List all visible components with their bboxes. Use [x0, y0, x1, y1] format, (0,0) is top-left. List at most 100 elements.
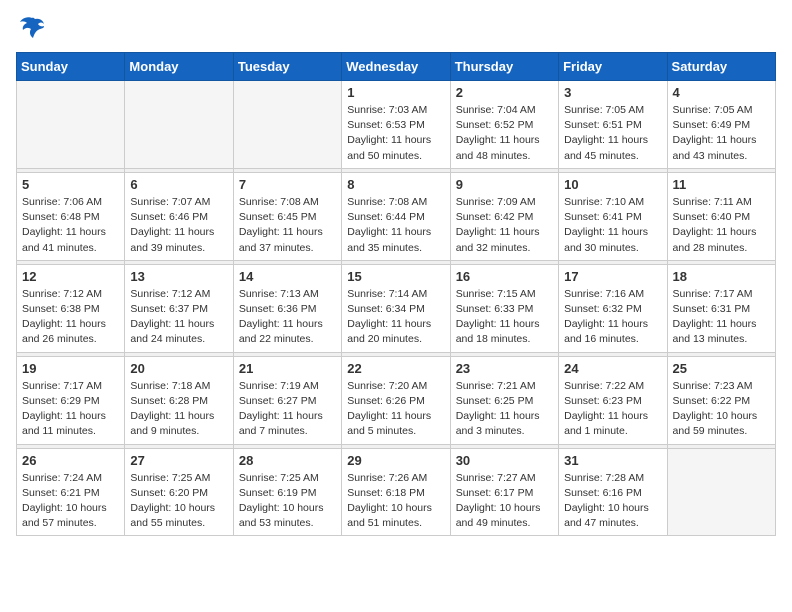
day-number: 7 [239, 177, 336, 192]
day-number: 16 [456, 269, 553, 284]
day-number: 24 [564, 361, 661, 376]
column-header-wednesday: Wednesday [342, 53, 450, 81]
calendar-week-row: 26 Sunrise: 7:24 AMSunset: 6:21 PMDayligh… [17, 448, 776, 536]
calendar-cell: 15 Sunrise: 7:14 AMSunset: 6:34 PMDayligh… [342, 264, 450, 352]
calendar-cell [17, 81, 125, 169]
calendar-cell: 17 Sunrise: 7:16 AMSunset: 6:32 PMDayligh… [559, 264, 667, 352]
day-number: 31 [564, 453, 661, 468]
day-info: Sunrise: 7:07 AMSunset: 6:46 PMDaylight:… [130, 195, 227, 256]
day-number: 15 [347, 269, 444, 284]
day-info: Sunrise: 7:25 AMSunset: 6:19 PMDaylight:… [239, 471, 336, 532]
day-info: Sunrise: 7:14 AMSunset: 6:34 PMDaylight:… [347, 287, 444, 348]
day-number: 28 [239, 453, 336, 468]
day-info: Sunrise: 7:09 AMSunset: 6:42 PMDaylight:… [456, 195, 553, 256]
calendar-cell: 20 Sunrise: 7:18 AMSunset: 6:28 PMDayligh… [125, 356, 233, 444]
column-header-saturday: Saturday [667, 53, 775, 81]
calendar-cell: 25 Sunrise: 7:23 AMSunset: 6:22 PMDayligh… [667, 356, 775, 444]
day-info: Sunrise: 7:22 AMSunset: 6:23 PMDaylight:… [564, 379, 661, 440]
day-info: Sunrise: 7:13 AMSunset: 6:36 PMDaylight:… [239, 287, 336, 348]
calendar-cell: 23Sunrise: 7:21 AMSunset: 6:25 PMDayligh… [450, 356, 558, 444]
day-number: 26 [22, 453, 119, 468]
calendar-week-row: 5Sunrise: 7:06 AMSunset: 6:48 PMDaylight… [17, 172, 776, 260]
calendar-week-row: 1 Sunrise: 7:03 AMSunset: 6:53 PMDaylight… [17, 81, 776, 169]
logo [16, 16, 46, 40]
page-header [16, 16, 776, 40]
day-info: Sunrise: 7:05 AMSunset: 6:49 PMDaylight:… [673, 103, 770, 164]
calendar-cell: 6 Sunrise: 7:07 AMSunset: 6:46 PMDaylight… [125, 172, 233, 260]
calendar-cell [125, 81, 233, 169]
calendar-cell: 4 Sunrise: 7:05 AMSunset: 6:49 PMDaylight… [667, 81, 775, 169]
day-number: 20 [130, 361, 227, 376]
day-info: Sunrise: 7:10 AMSunset: 6:41 PMDaylight:… [564, 195, 661, 256]
calendar-cell: 21 Sunrise: 7:19 AMSunset: 6:27 PMDayligh… [233, 356, 341, 444]
day-info: Sunrise: 7:19 AMSunset: 6:27 PMDaylight:… [239, 379, 336, 440]
day-number: 21 [239, 361, 336, 376]
calendar-cell [667, 448, 775, 536]
day-info: Sunrise: 7:08 AMSunset: 6:45 PMDaylight:… [239, 195, 336, 256]
calendar-cell [233, 81, 341, 169]
calendar-cell: 26 Sunrise: 7:24 AMSunset: 6:21 PMDayligh… [17, 448, 125, 536]
day-number: 1 [347, 85, 444, 100]
calendar-week-row: 19 Sunrise: 7:17 AMSunset: 6:29 PMDayligh… [17, 356, 776, 444]
day-number: 12 [22, 269, 119, 284]
day-number: 6 [130, 177, 227, 192]
day-number: 8 [347, 177, 444, 192]
day-number: 22 [347, 361, 444, 376]
day-info: Sunrise: 7:15 AMSunset: 6:33 PMDaylight:… [456, 287, 553, 348]
calendar-cell: 9 Sunrise: 7:09 AMSunset: 6:42 PMDaylight… [450, 172, 558, 260]
column-header-sunday: Sunday [17, 53, 125, 81]
calendar-cell: 27 Sunrise: 7:25 AMSunset: 6:20 PMDayligh… [125, 448, 233, 536]
day-number: 13 [130, 269, 227, 284]
day-number: 29 [347, 453, 444, 468]
calendar-week-row: 12 Sunrise: 7:12 AMSunset: 6:38 PMDayligh… [17, 264, 776, 352]
day-info: Sunrise: 7:12 AMSunset: 6:38 PMDaylight:… [22, 287, 119, 348]
day-info: Sunrise: 7:08 AMSunset: 6:44 PMDaylight:… [347, 195, 444, 256]
calendar-cell: 3 Sunrise: 7:05 AMSunset: 6:51 PMDaylight… [559, 81, 667, 169]
calendar-cell: 22Sunrise: 7:20 AMSunset: 6:26 PMDayligh… [342, 356, 450, 444]
day-number: 25 [673, 361, 770, 376]
calendar-cell: 31Sunrise: 7:28 AMSunset: 6:16 PMDayligh… [559, 448, 667, 536]
calendar-cell: 18Sunrise: 7:17 AMSunset: 6:31 PMDayligh… [667, 264, 775, 352]
day-number: 17 [564, 269, 661, 284]
day-info: Sunrise: 7:12 AMSunset: 6:37 PMDaylight:… [130, 287, 227, 348]
calendar-cell: 14Sunrise: 7:13 AMSunset: 6:36 PMDayligh… [233, 264, 341, 352]
calendar-cell: 10Sunrise: 7:10 AMSunset: 6:41 PMDayligh… [559, 172, 667, 260]
day-info: Sunrise: 7:24 AMSunset: 6:21 PMDaylight:… [22, 471, 119, 532]
column-header-tuesday: Tuesday [233, 53, 341, 81]
calendar-cell: 1 Sunrise: 7:03 AMSunset: 6:53 PMDaylight… [342, 81, 450, 169]
calendar-cell: 28 Sunrise: 7:25 AMSunset: 6:19 PMDayligh… [233, 448, 341, 536]
calendar-header-row: SundayMondayTuesdayWednesdayThursdayFrid… [17, 53, 776, 81]
day-info: Sunrise: 7:11 AMSunset: 6:40 PMDaylight:… [673, 195, 770, 256]
calendar-cell: 19 Sunrise: 7:17 AMSunset: 6:29 PMDayligh… [17, 356, 125, 444]
column-header-friday: Friday [559, 53, 667, 81]
day-number: 2 [456, 85, 553, 100]
day-number: 27 [130, 453, 227, 468]
calendar-cell: 13 Sunrise: 7:12 AMSunset: 6:37 PMDayligh… [125, 264, 233, 352]
day-info: Sunrise: 7:27 AMSunset: 6:17 PMDaylight:… [456, 471, 553, 532]
day-info: Sunrise: 7:16 AMSunset: 6:32 PMDaylight:… [564, 287, 661, 348]
day-number: 30 [456, 453, 553, 468]
column-header-thursday: Thursday [450, 53, 558, 81]
day-info: Sunrise: 7:05 AMSunset: 6:51 PMDaylight:… [564, 103, 661, 164]
day-number: 11 [673, 177, 770, 192]
calendar-cell: 11 Sunrise: 7:11 AMSunset: 6:40 PMDayligh… [667, 172, 775, 260]
day-number: 23 [456, 361, 553, 376]
day-info: Sunrise: 7:17 AMSunset: 6:29 PMDaylight:… [22, 379, 119, 440]
calendar-cell: 2Sunrise: 7:04 AMSunset: 6:52 PMDaylight… [450, 81, 558, 169]
day-info: Sunrise: 7:26 AMSunset: 6:18 PMDaylight:… [347, 471, 444, 532]
day-number: 4 [673, 85, 770, 100]
day-info: Sunrise: 7:17 AMSunset: 6:31 PMDaylight:… [673, 287, 770, 348]
calendar-cell: 16 Sunrise: 7:15 AMSunset: 6:33 PMDayligh… [450, 264, 558, 352]
calendar-cell: 8 Sunrise: 7:08 AMSunset: 6:44 PMDaylight… [342, 172, 450, 260]
day-number: 19 [22, 361, 119, 376]
calendar-table: SundayMondayTuesdayWednesdayThursdayFrid… [16, 52, 776, 536]
calendar-cell: 7 Sunrise: 7:08 AMSunset: 6:45 PMDaylight… [233, 172, 341, 260]
day-number: 9 [456, 177, 553, 192]
day-info: Sunrise: 7:18 AMSunset: 6:28 PMDaylight:… [130, 379, 227, 440]
day-number: 3 [564, 85, 661, 100]
calendar-cell: 24 Sunrise: 7:22 AMSunset: 6:23 PMDayligh… [559, 356, 667, 444]
day-info: Sunrise: 7:23 AMSunset: 6:22 PMDaylight:… [673, 379, 770, 440]
day-number: 5 [22, 177, 119, 192]
day-info: Sunrise: 7:25 AMSunset: 6:20 PMDaylight:… [130, 471, 227, 532]
day-info: Sunrise: 7:03 AMSunset: 6:53 PMDaylight:… [347, 103, 444, 164]
